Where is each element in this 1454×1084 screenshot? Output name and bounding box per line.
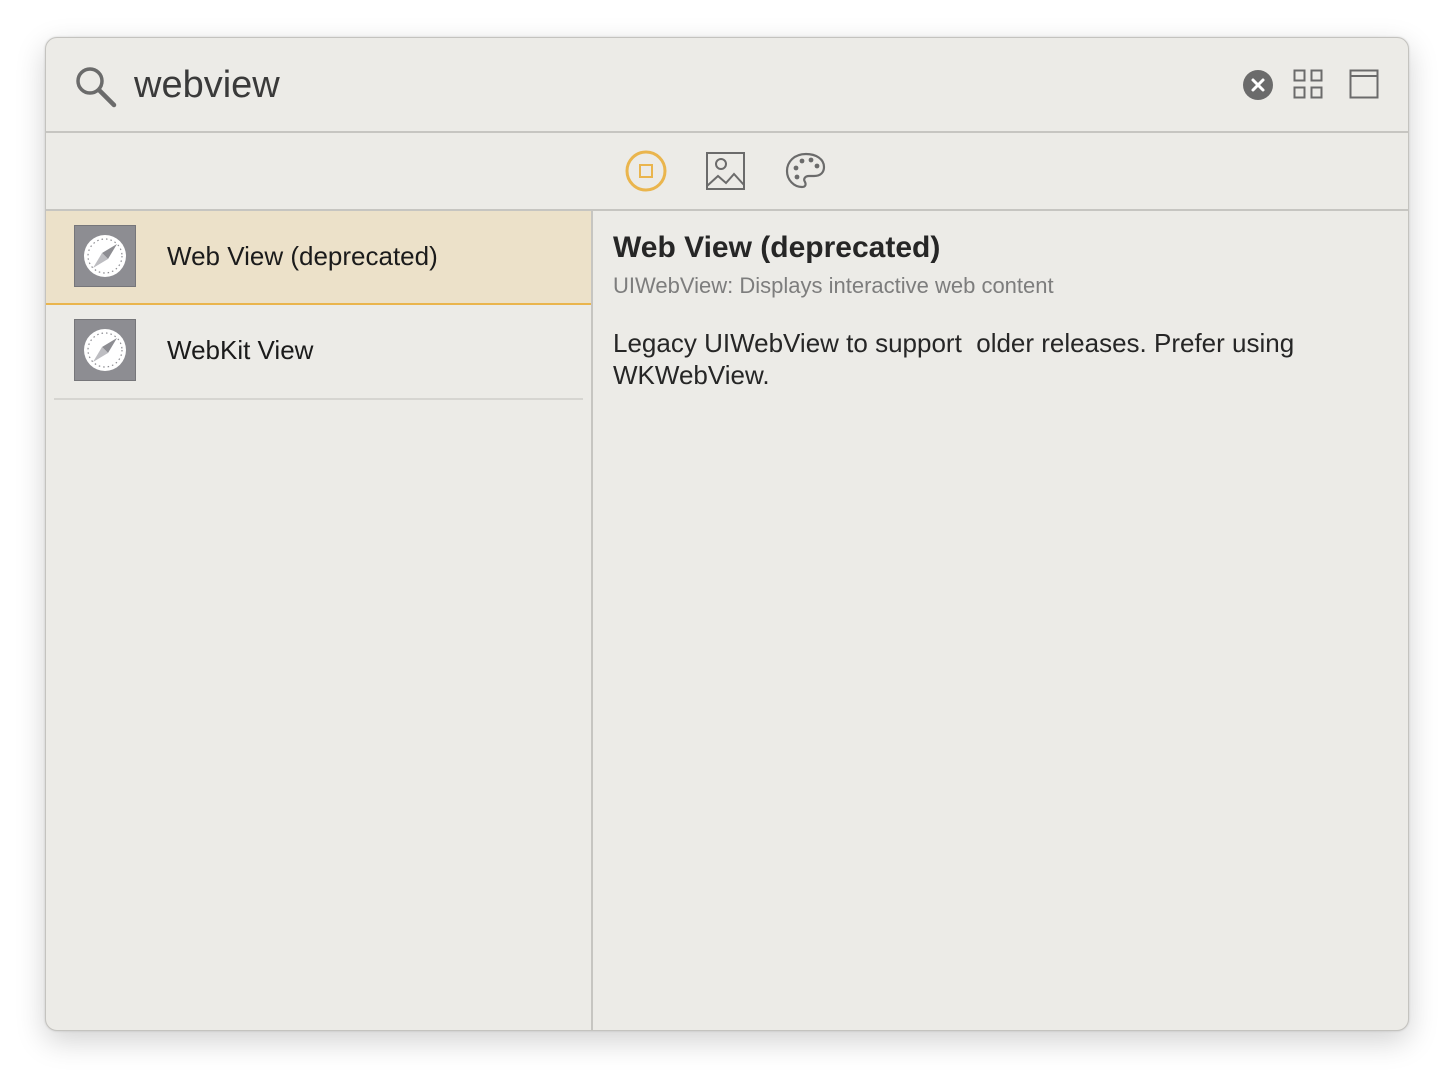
compass-icon [84, 235, 126, 277]
search-input[interactable] [134, 60, 1214, 110]
tab-objects[interactable] [624, 149, 668, 193]
search-bar [46, 38, 1408, 133]
detail-subtitle: UIWebView: Displays interactive web cont… [613, 273, 1054, 298]
image-icon [706, 152, 745, 190]
list-item-webkit-view[interactable]: WebKit View [54, 305, 583, 400]
filter-tab-bar [46, 133, 1408, 211]
detail-pane: Web View (deprecated) UIWebView: Display… [593, 211, 1408, 1030]
list-item-label: WebKit View [167, 335, 314, 365]
grid-view-icon [1293, 69, 1323, 99]
compass-icon [84, 329, 126, 371]
clear-search-button[interactable] [1243, 70, 1273, 100]
detail-view-button[interactable] [1349, 69, 1379, 99]
tab-colors[interactable] [784, 149, 828, 193]
library-window: Web View (deprecated) WebKit View Web Vi… [45, 37, 1409, 1031]
search-icon [76, 67, 117, 108]
tab-media[interactable] [704, 149, 748, 193]
objects-icon [625, 150, 667, 192]
clear-icon [1251, 78, 1265, 92]
color-palette-icon [785, 152, 826, 189]
list-item-label: Web View (deprecated) [167, 241, 438, 271]
detail-title: Web View (deprecated) [613, 231, 941, 264]
detail-view-icon [1349, 69, 1379, 99]
list-item-web-view[interactable]: Web View (deprecated) [46, 211, 591, 305]
detail-description: Legacy UIWebView to support older releas… [613, 328, 1302, 390]
item-thumbnail [74, 319, 136, 381]
grid-view-button[interactable] [1293, 69, 1323, 99]
item-thumbnail [74, 225, 136, 287]
results-list: Web View (deprecated) WebKit View [46, 211, 593, 1030]
